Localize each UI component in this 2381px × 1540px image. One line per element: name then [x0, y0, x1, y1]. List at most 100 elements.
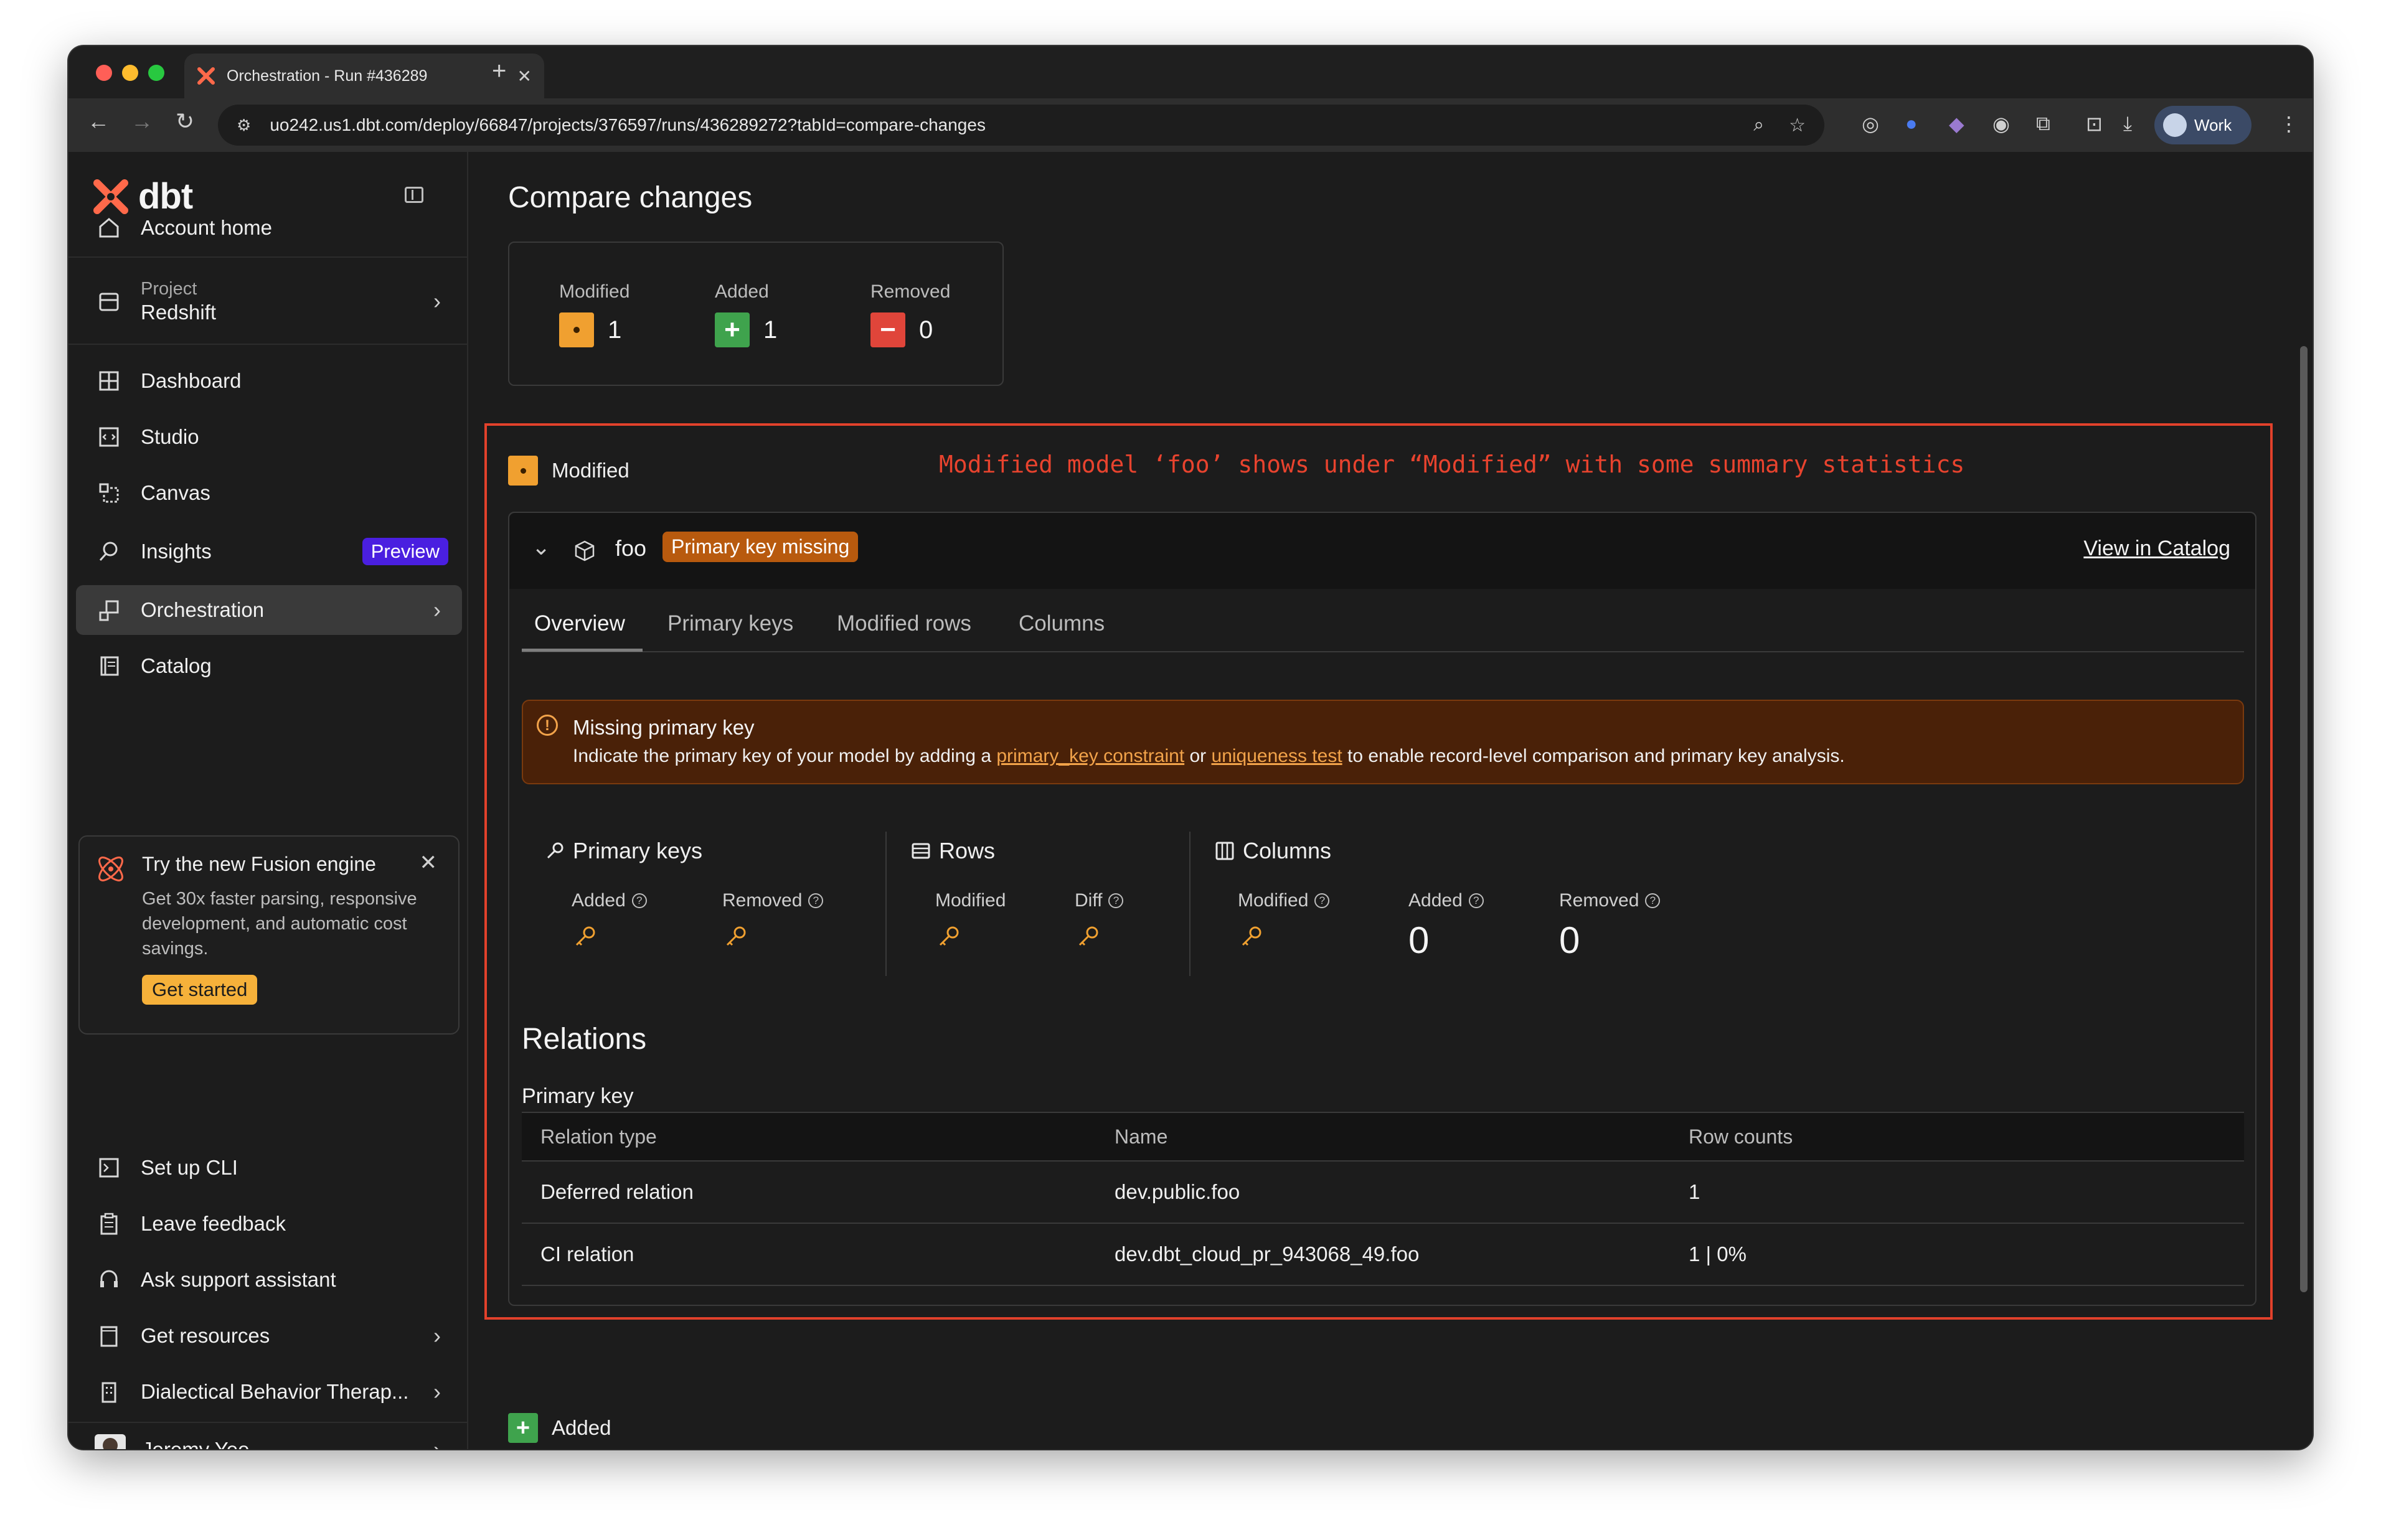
- divider: [1189, 832, 1190, 976]
- address-bar[interactable]: ⚙ uo242.us1.dbt.com/deploy/66847/project…: [218, 105, 1824, 146]
- model-card: ⌄ foo Primary key missing View in Catalo…: [508, 512, 2256, 1306]
- sidebar-item-studio[interactable]: Studio: [76, 412, 462, 462]
- divider: [68, 344, 467, 345]
- tab-close-icon[interactable]: ✕: [517, 66, 532, 87]
- bookmark-star-icon[interactable]: ☆: [1789, 115, 1806, 136]
- browser-tab[interactable]: Orchestration - Run #436289 ✕: [184, 54, 544, 98]
- zoom-icon[interactable]: ⌕: [1753, 115, 1764, 136]
- relation-name: dev.public.foo: [1115, 1180, 1240, 1203]
- fusion-promo-card: Try the new Fusion engine ✕ Get 30x fast…: [78, 835, 460, 1035]
- help-icon[interactable]: ?: [1314, 893, 1330, 908]
- forward-icon[interactable]: →: [131, 108, 153, 134]
- alert-text: to enable record-level comparison and pr…: [1342, 746, 1845, 766]
- sidebar-item-account-home[interactable]: Account home: [76, 203, 462, 253]
- sidebar-item-label: Dashboard: [141, 369, 242, 392]
- sidebar-item-orchestration[interactable]: Orchestration ›: [76, 585, 462, 635]
- key-icon: [1242, 926, 1261, 946]
- extension-blue-icon[interactable]: ●: [1905, 112, 1917, 135]
- sidebar-item-project[interactable]: Project Redshift ›: [76, 266, 462, 336]
- sidebar-item-label: Catalog: [141, 654, 212, 677]
- added-plus-icon: +: [508, 1413, 538, 1443]
- sidebar-item-catalog[interactable]: Catalog: [76, 641, 462, 691]
- extension-circle-icon[interactable]: ◉: [1992, 112, 2010, 136]
- minimize-window-button[interactable]: [122, 65, 138, 81]
- orchestration-icon: [95, 596, 123, 624]
- help-icon[interactable]: ?: [1645, 893, 1661, 908]
- sidebar-item-support-assistant[interactable]: Ask support assistant: [76, 1255, 462, 1305]
- chevron-right-icon: ›: [433, 597, 441, 622]
- help-icon[interactable]: ?: [1108, 893, 1124, 908]
- rows-modified-label: Modified: [935, 890, 1006, 911]
- extensions-puzzle-icon[interactable]: ⧉: [2036, 112, 2050, 136]
- sidebar-item-user[interactable]: Jeremy Yeo ›: [76, 1427, 462, 1449]
- browser-menu-icon[interactable]: ⋮: [2279, 112, 2299, 136]
- back-icon[interactable]: ←: [87, 108, 110, 134]
- sidebar-item-insights[interactable]: Insights Preview: [76, 527, 462, 576]
- columns-stat-header: Columns: [1214, 838, 1331, 864]
- added-section-header: + Added: [508, 1413, 611, 1443]
- sidebar-item-label: Ask support assistant: [141, 1268, 336, 1291]
- chevron-right-icon: ›: [433, 1437, 441, 1449]
- sidebar-item-leave-feedback[interactable]: Leave feedback: [76, 1199, 462, 1249]
- sidebar-item-get-resources[interactable]: Get resources ›: [76, 1311, 462, 1361]
- profile-button[interactable]: Work: [2154, 106, 2251, 144]
- alert-text: or: [1184, 746, 1212, 766]
- stat-label: Diff: [1075, 890, 1103, 911]
- view-in-catalog-link[interactable]: View in Catalog: [2083, 537, 2230, 561]
- scrollbar[interactable]: [2300, 346, 2308, 1292]
- tab-bar: Orchestration - Run #436289 ✕ +: [68, 46, 2313, 98]
- help-icon[interactable]: ?: [1468, 893, 1484, 908]
- section-label: Modified: [552, 459, 629, 482]
- annotation-text: Modified model ‘foo’ shows under “Modifi…: [939, 451, 1965, 478]
- tab-modified-rows[interactable]: Modified rows: [837, 611, 971, 636]
- close-icon[interactable]: ✕: [420, 850, 438, 875]
- sidebar-item-account[interactable]: Dialectical Behavior Therap... ›: [76, 1367, 462, 1417]
- close-window-button[interactable]: [96, 65, 112, 81]
- model-card-header[interactable]: ⌄ foo Primary key missing View in Catalo…: [509, 513, 2255, 589]
- uniqueness-test-link[interactable]: uniqueness test: [1212, 746, 1342, 766]
- pk-removed-label: Removed?: [722, 890, 824, 911]
- change-summary: Modified 1 Added +1 Removed −0: [508, 242, 1004, 386]
- get-started-button[interactable]: Get started: [142, 975, 258, 1005]
- modified-square-icon: [508, 456, 538, 486]
- chevron-right-icon: ›: [433, 1323, 441, 1348]
- extension-icon[interactable]: ◎: [1862, 112, 1879, 136]
- stat-title: Primary keys: [573, 838, 703, 863]
- extension-purple-icon[interactable]: ◆: [1949, 112, 1964, 136]
- new-tab-button[interactable]: +: [492, 57, 506, 85]
- stat-label: Modified: [935, 890, 1006, 911]
- chevron-down-icon[interactable]: ⌄: [532, 534, 550, 560]
- tab-primary-keys[interactable]: Primary keys: [667, 611, 793, 636]
- reload-icon[interactable]: ↻: [176, 108, 194, 134]
- table-row: CI relation dev.dbt_cloud_pr_943068_49.f…: [522, 1224, 2244, 1286]
- removed-count: 0: [919, 316, 933, 344]
- added-plus-icon: +: [715, 312, 750, 347]
- help-icon[interactable]: ?: [808, 893, 824, 908]
- rows-stat-header: Rows: [910, 838, 995, 864]
- sidebar-item-label: Canvas: [141, 481, 210, 504]
- relations-subtitle: Primary key: [522, 1084, 634, 1108]
- collapse-sidebar-icon[interactable]: [405, 187, 423, 203]
- section-label: Added: [552, 1416, 611, 1439]
- stat-label: Removed: [1559, 890, 1639, 911]
- sidebar-item-setup-cli[interactable]: Set up CLI: [76, 1143, 462, 1193]
- columns-removed-label: Removed?: [1559, 890, 1661, 911]
- tab-search-icon[interactable]: ⊡: [2086, 112, 2103, 136]
- primary-key-constraint-link[interactable]: primary_key constraint: [996, 746, 1184, 766]
- summary-label: Added: [715, 281, 769, 302]
- primary-keys-stat-header: Primary keys: [544, 838, 702, 864]
- sidebar-item-label: Dialectical Behavior Therap...: [141, 1380, 409, 1403]
- sidebar-item-label: Get resources: [141, 1324, 270, 1347]
- insights-icon: [95, 537, 123, 566]
- table-row: Deferred relation dev.public.foo 1: [522, 1162, 2244, 1224]
- sidebar-item-dashboard[interactable]: Dashboard: [76, 356, 462, 406]
- site-info-icon[interactable]: ⚙: [237, 116, 251, 135]
- download-icon[interactable]: ⤓: [2123, 112, 2132, 136]
- summary-added: Added +1: [715, 281, 777, 347]
- tab-overview[interactable]: Overview: [534, 611, 625, 636]
- sidebar-item-canvas[interactable]: Canvas: [76, 468, 462, 518]
- tab-columns[interactable]: Columns: [1019, 611, 1105, 636]
- maximize-window-button[interactable]: [148, 65, 164, 81]
- help-icon[interactable]: ?: [631, 893, 647, 908]
- column-header: Relation type: [540, 1125, 657, 1148]
